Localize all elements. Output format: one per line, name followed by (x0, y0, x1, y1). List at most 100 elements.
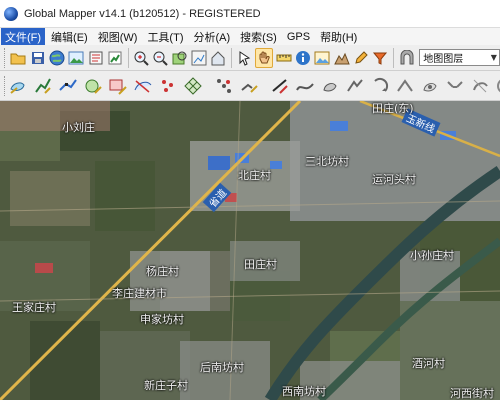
reshape-icon (347, 78, 363, 92)
zoom-in-icon (134, 51, 149, 66)
measure-area-icon (423, 82, 437, 91)
measure-tool-button[interactable] (275, 48, 292, 68)
menu-bar: 文件(F) 编辑(E) 视图(W) 工具(T) 分析(A) 搜索(S) GPS … (0, 27, 500, 46)
pencil-icon (355, 50, 368, 64)
home-button[interactable] (210, 48, 227, 68)
smooth-line-icon (296, 82, 314, 91)
full-view-icon (191, 50, 207, 65)
filter-button[interactable] (372, 48, 389, 68)
place-label: 三北坊村 (305, 155, 349, 168)
draw-line-icon (272, 78, 288, 94)
cut-feature-button[interactable] (470, 75, 490, 97)
place-label: 申家坊村 (140, 313, 184, 326)
menu-view[interactable]: 视图(W) (94, 28, 142, 46)
menu-search[interactable]: 搜索(S) (236, 28, 281, 46)
connect-lines-button[interactable] (445, 75, 465, 97)
zoom-out-icon (153, 51, 169, 66)
window-title: Global Mapper v14.1 (b120512) - REGISTER… (24, 7, 261, 20)
map-layer-select-value: 地图图层 (423, 54, 464, 65)
create-circle-button[interactable] (83, 75, 103, 97)
grid-button[interactable] (183, 75, 203, 97)
split-area-button[interactable] (133, 75, 153, 97)
place-label: 小刘庄 (62, 121, 95, 134)
place-label: 王家庄村 (12, 301, 56, 314)
3d-view-button[interactable] (398, 48, 415, 68)
digitizer-button[interactable] (352, 48, 369, 68)
save-button[interactable] (29, 48, 46, 68)
create-rectangle-button[interactable] (108, 75, 128, 97)
image-icon (68, 51, 84, 64)
menu-help[interactable]: 帮助(H) (316, 28, 361, 46)
info-icon (296, 50, 311, 65)
toolbar-separator (231, 47, 232, 68)
bend-line-button[interactable] (395, 75, 415, 97)
online-data-button[interactable] (48, 48, 65, 68)
picture-tool-button[interactable] (314, 48, 331, 68)
place-label: 新庄子村 (144, 379, 188, 392)
place-label: 酒河村 (412, 357, 445, 370)
filter-icon (373, 52, 388, 65)
zoom-out-button[interactable] (152, 48, 169, 68)
picture-icon (314, 51, 330, 64)
reshape-button[interactable] (345, 75, 365, 97)
open-folder-button[interactable] (10, 48, 27, 68)
vertex-points-icon (217, 78, 231, 93)
image-button[interactable] (68, 48, 85, 68)
place-label: 杨庄村 (146, 265, 179, 278)
home-icon (211, 50, 225, 65)
smooth-line-button[interactable] (295, 75, 315, 97)
edit-area-button[interactable] (320, 75, 340, 97)
layers-button[interactable] (87, 48, 104, 68)
menu-tools[interactable]: 工具(T) (143, 28, 187, 46)
cut-feature-icon (473, 79, 488, 92)
select-tool-button[interactable] (236, 48, 253, 68)
menu-edit[interactable]: 编辑(E) (47, 28, 92, 46)
create-point-icon (162, 79, 173, 92)
save-icon (31, 51, 44, 64)
toolbar-grip[interactable] (4, 75, 5, 96)
path-profile-button[interactable] (333, 48, 350, 68)
info-tool-button[interactable] (295, 48, 312, 68)
place-label: 北庄村 (238, 169, 271, 182)
rotate-feature-button[interactable] (370, 75, 390, 97)
place-label: 田庄(东) (372, 102, 414, 115)
create-line-button[interactable] (33, 75, 53, 97)
place-label: 小孙庄村 (410, 249, 454, 262)
create-circle-icon (85, 79, 102, 94)
create-line-icon (35, 78, 51, 94)
place-label: 田庄村 (244, 258, 277, 271)
vertex-points-button[interactable] (214, 75, 234, 97)
rotate-icon (374, 77, 389, 92)
full-view-button[interactable] (190, 48, 207, 68)
app-window: Global Mapper v14.1 (b120512) - REGISTER… (0, 0, 500, 400)
measure-area-button[interactable] (420, 75, 440, 97)
main-toolbar: 地图图层 ▼ (0, 45, 500, 71)
menu-gps[interactable]: GPS (283, 30, 314, 44)
pan-tool-button[interactable] (255, 47, 274, 68)
menu-file[interactable]: 文件(F) (1, 27, 46, 46)
zoom-layer-button[interactable] (171, 48, 188, 68)
map-view[interactable]: 玉新线 省道 小刘庄 北庄村 三北坊村 运河头村 杨庄村 田庄村 小孙庄村 李庄… (0, 101, 500, 400)
chevron-down-icon: ▼ (490, 53, 497, 62)
move-feature-button[interactable] (239, 75, 259, 97)
connect-lines-icon (447, 80, 463, 88)
create-area-button[interactable] (8, 75, 28, 97)
menu-analysis[interactable]: 分析(A) (189, 28, 234, 46)
map-layer-select[interactable]: 地图图层 ▼ (419, 49, 500, 66)
place-label: 后南坊村 (200, 361, 244, 374)
edit-vertices-button[interactable] (58, 75, 78, 97)
place-label: 河西街村 (450, 387, 494, 400)
create-point-button[interactable] (158, 75, 178, 97)
draw-line-button[interactable] (270, 75, 290, 97)
grid-icon (184, 76, 202, 95)
zoom-in-button[interactable] (132, 48, 149, 68)
path-profile-icon (333, 52, 350, 64)
data-button[interactable] (106, 48, 123, 68)
toolbar-grip[interactable] (4, 47, 7, 68)
edit-area-icon (323, 82, 337, 91)
place-label: 西南坊村 (282, 385, 326, 398)
place-label: 李庄建材市 (112, 287, 167, 300)
create-area-icon (10, 81, 25, 94)
buffer-button[interactable] (495, 75, 500, 97)
title-bar: Global Mapper v14.1 (b120512) - REGISTER… (0, 0, 500, 28)
